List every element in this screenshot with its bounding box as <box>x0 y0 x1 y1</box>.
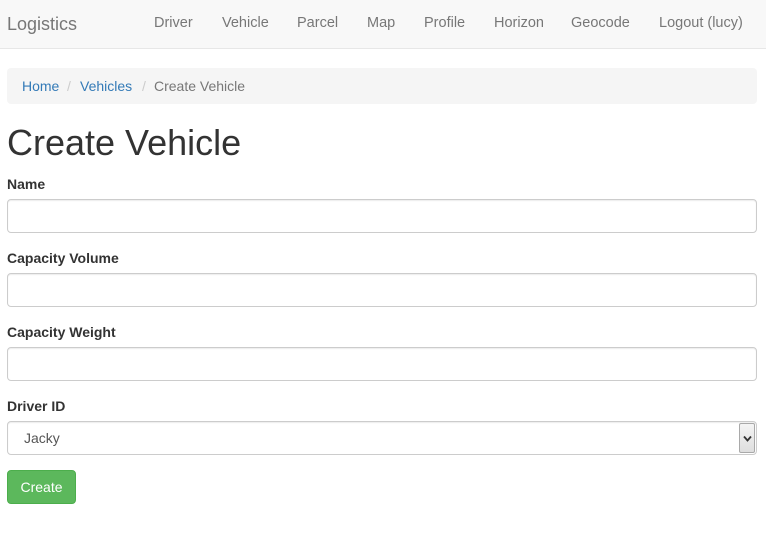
breadcrumb-separator: / <box>67 78 71 94</box>
breadcrumb: Home / Vehicles / Create Vehicle <box>7 68 757 104</box>
capacity-volume-label: Capacity Volume <box>7 250 119 266</box>
breadcrumb-separator: / <box>142 78 146 94</box>
chevron-down-icon <box>743 435 752 442</box>
nav-item-map[interactable]: Map <box>367 14 395 32</box>
select-dropdown-button[interactable] <box>739 423 755 453</box>
nav-item-vehicle[interactable]: Vehicle <box>222 14 269 32</box>
brand-link[interactable]: Logistics <box>7 13 77 35</box>
nav-item-logout[interactable]: Logout (lucy) <box>659 14 743 32</box>
name-label: Name <box>7 176 46 192</box>
create-button[interactable]: Create <box>7 470 76 504</box>
capacity-weight-input[interactable] <box>7 347 757 381</box>
nav-item-horizon[interactable]: Horizon <box>494 14 544 32</box>
capacity-volume-input[interactable] <box>7 273 757 307</box>
page-title: Create Vehicle <box>7 122 242 163</box>
breadcrumb-current: Create Vehicle <box>154 78 246 94</box>
nav-item-driver[interactable]: Driver <box>154 14 193 32</box>
driver-id-selected-value: Jacky <box>24 430 60 446</box>
navbar: Logistics Driver Vehicle Parcel Map Prof… <box>0 0 766 49</box>
breadcrumb-vehicles[interactable]: Vehicles <box>80 78 132 95</box>
name-input[interactable] <box>7 199 757 233</box>
nav-item-geocode[interactable]: Geocode <box>571 14 630 32</box>
driver-id-label: Driver ID <box>7 398 66 414</box>
capacity-weight-label: Capacity Weight <box>7 324 116 340</box>
nav-item-profile[interactable]: Profile <box>424 14 465 32</box>
breadcrumb-home[interactable]: Home <box>22 78 59 95</box>
driver-id-select[interactable]: Jacky <box>7 421 757 455</box>
nav-item-parcel[interactable]: Parcel <box>297 14 338 32</box>
